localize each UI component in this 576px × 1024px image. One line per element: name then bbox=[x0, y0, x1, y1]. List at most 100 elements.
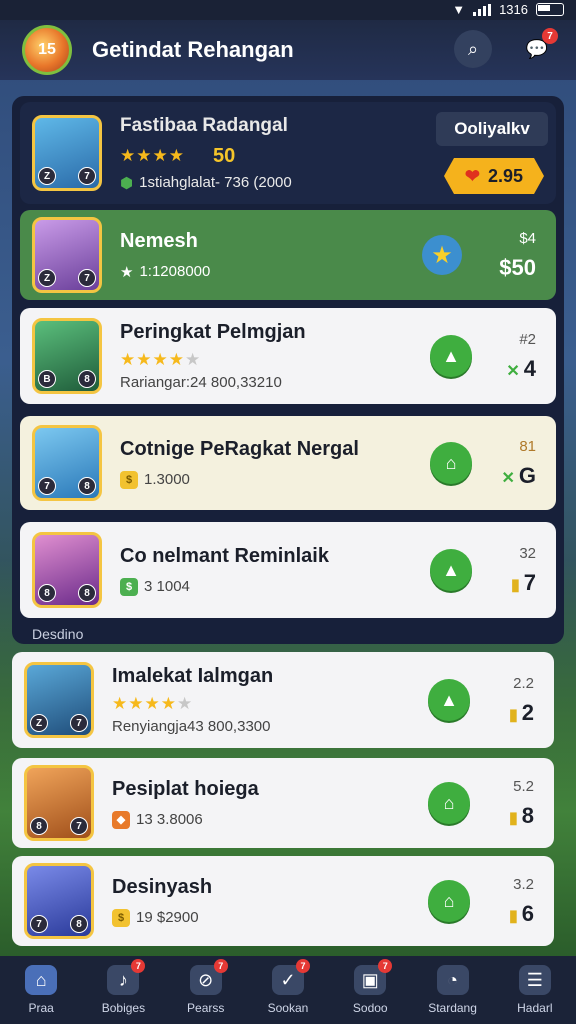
nav-badge: 7 bbox=[378, 959, 393, 973]
rank-score: 3.2 bbox=[513, 875, 534, 893]
signal-icon bbox=[473, 3, 492, 16]
logo-text: 15 bbox=[38, 41, 56, 58]
player-info: Pesiplat hoiega ◆ 13 3.8006 bbox=[112, 778, 428, 829]
rank-arrow-icon: ✕ bbox=[506, 362, 520, 380]
player-name: Nemesh bbox=[120, 229, 198, 252]
level-badge: Z bbox=[38, 269, 56, 287]
nav-item-home[interactable]: ⌂ Praa bbox=[5, 965, 77, 1015]
level-badge: 7 bbox=[30, 915, 48, 933]
rank-score: #2 bbox=[519, 330, 536, 348]
player-info: Nemesh ★ 1:1208000 bbox=[120, 230, 422, 281]
app-logo[interactable]: 15 bbox=[22, 25, 72, 75]
star-button[interactable]: ★ bbox=[422, 235, 462, 275]
level-badge: B bbox=[38, 370, 56, 388]
rank-position: ✕ 4 bbox=[472, 356, 536, 382]
avatar: B 8 bbox=[32, 318, 102, 394]
rank-score: 81 bbox=[519, 437, 536, 455]
level-badge: Z bbox=[38, 167, 56, 185]
nav-label: Hadarl bbox=[517, 1001, 553, 1015]
rank-position: ▮ 8 bbox=[470, 803, 534, 829]
upvote-button[interactable]: ▲ bbox=[428, 679, 470, 721]
player-name: Pesiplat hoiega bbox=[112, 777, 259, 800]
rank-position-value: 8 bbox=[521, 802, 534, 828]
player-stats: 13 3.8006 bbox=[136, 811, 203, 828]
app-header: 15 Getindat Rehangan ⌕ 💬 7 bbox=[0, 20, 576, 80]
arrow-up-icon: ▲ bbox=[442, 345, 460, 366]
rank-position: ▮ 6 bbox=[470, 901, 534, 927]
rank-arrow-icon: ✕ bbox=[501, 469, 515, 487]
home-button[interactable]: ⌂ bbox=[428, 880, 470, 922]
arrow-up-icon: ▲ bbox=[440, 689, 458, 710]
player-name: Peringkat Pelmgjan bbox=[120, 321, 306, 343]
player-row[interactable]: 7 8 Desinyash $19 $2900 ⌂ 3.2 ▮ 6 bbox=[12, 856, 554, 946]
home-button[interactable]: ⌂ bbox=[430, 442, 472, 484]
avatar: Z 7 bbox=[32, 217, 102, 293]
coin-icon: $ bbox=[112, 908, 130, 927]
nav-item-standing[interactable]: ◔ Stardang bbox=[417, 965, 489, 1015]
player-row[interactable]: Z 7 Imalekat Ialmgan ★★★★★ Renyiangja43 … bbox=[12, 652, 554, 748]
leaderboard-panel-secondary: Z 7 Imalekat Ialmgan ★★★★★ Renyiangja43 … bbox=[12, 646, 564, 956]
price-button[interactable]: ❤ 2.95 bbox=[444, 158, 544, 194]
section-label: Desdino bbox=[32, 626, 84, 642]
star-rating: ★★★★ bbox=[120, 146, 185, 165]
upvote-button[interactable]: ▲ bbox=[430, 549, 472, 591]
player-sub: ◆ 13 3.8006 bbox=[112, 810, 428, 829]
level-badge: 7 bbox=[38, 477, 56, 495]
player-row[interactable]: Z 7 Nemesh ★ 1:1208000 ★ $4 $50 bbox=[20, 210, 556, 300]
player-stats: 1:1208000 bbox=[139, 263, 211, 280]
rank-position: ✕ G bbox=[472, 463, 536, 489]
rank-block: #2 ✕ 4 bbox=[472, 331, 536, 382]
home-button[interactable]: ⌂ bbox=[428, 782, 470, 824]
home-icon: ⌂ bbox=[25, 965, 58, 995]
rank-score: 5.2 bbox=[513, 777, 534, 795]
star-rating: ★★★★★ bbox=[120, 350, 202, 369]
player-row[interactable]: B 8 Peringkat Pelmgjan ★★★★★ Rariangar:2… bbox=[20, 308, 556, 404]
nav-badge: 7 bbox=[131, 959, 146, 973]
chat-button[interactable]: 💬 7 bbox=[518, 28, 558, 68]
upvote-button[interactable]: ▲ bbox=[430, 335, 472, 377]
home-icon: ⌂ bbox=[443, 890, 455, 911]
search-icon: ⌕ bbox=[467, 38, 479, 59]
nav-item-sookan[interactable]: ✓ 7 Sookan bbox=[252, 959, 324, 1015]
rank-block: $4 $50 bbox=[472, 230, 536, 281]
nav-item-menu[interactable]: ☰ Hadarl bbox=[499, 965, 571, 1015]
player-row[interactable]: 7 8 Cotnige PeRagkat Nergal $1.3000 ⌂ 81… bbox=[20, 416, 556, 510]
nav-badge: 7 bbox=[295, 959, 310, 973]
player-stats: 3 1004 bbox=[144, 578, 190, 595]
player-row[interactable]: 8 8 Co nelmant Reminlaik $3 1004 ▲ 32 ▮ 7 bbox=[20, 522, 556, 618]
player-stats: Renyiangja43 800,3300 bbox=[112, 718, 271, 735]
avatar: Z 7 bbox=[32, 115, 102, 191]
player-sub: $1.3000 bbox=[120, 470, 430, 489]
player-row[interactable]: 8 7 Pesiplat hoiega ◆ 13 3.8006 ⌂ 5.2 ▮ 8 bbox=[12, 758, 554, 848]
chat-badge: 7 bbox=[542, 28, 558, 44]
featured-player-card[interactable]: Z 7 Fastibaa Radangal ★★★★ 50 ⬢ 1stiahgl… bbox=[20, 102, 556, 204]
rank-block: 5.2 ▮ 8 bbox=[470, 778, 534, 829]
follow-button[interactable]: Ooliyalkv bbox=[436, 112, 548, 146]
player-stats: 1.3000 bbox=[144, 471, 190, 488]
nav-label: Sodoo bbox=[352, 1001, 388, 1015]
avatar: 7 8 bbox=[32, 425, 102, 501]
avatar: Z 7 bbox=[24, 662, 94, 738]
player-stats: 1stiahglalat- 736 (2000 bbox=[139, 174, 292, 191]
nav-label: Praa bbox=[28, 1001, 54, 1015]
star-icon: ★ bbox=[120, 263, 134, 281]
player-score: 50 bbox=[212, 144, 236, 167]
nav-item-badges[interactable]: ♪ 7 Bobiges bbox=[87, 959, 159, 1015]
player-info: Co nelmant Reminlaik $3 1004 bbox=[120, 545, 430, 596]
shield-icon: ◆ bbox=[112, 810, 130, 829]
rank-position: ▮ 7 bbox=[472, 570, 536, 596]
star-rating-row: ★★★★★ bbox=[120, 350, 430, 370]
nav-label: Stardang bbox=[428, 1001, 477, 1015]
nav-badge: 7 bbox=[213, 959, 228, 973]
search-button[interactable]: ⌕ bbox=[454, 30, 492, 68]
rank-block: 81 ✕ G bbox=[472, 438, 536, 489]
rank-score: 32 bbox=[519, 544, 536, 562]
nav-item-sodoo[interactable]: ▣ 7 Sodoo bbox=[334, 959, 406, 1015]
nav-item-pearss[interactable]: ⊘ 7 Pearss bbox=[170, 959, 242, 1015]
wifi-icon: ▼ bbox=[452, 2, 466, 17]
rank-position: ▮ 2 bbox=[470, 700, 534, 726]
player-sub: $19 $2900 bbox=[112, 908, 428, 927]
leaderboard-panel: Z 7 Fastibaa Radangal ★★★★ 50 ⬢ 1stiahgl… bbox=[12, 96, 564, 644]
level-badge: 7 bbox=[78, 269, 96, 287]
player-info: Imalekat Ialmgan ★★★★★ Renyiangja43 800,… bbox=[112, 665, 428, 735]
